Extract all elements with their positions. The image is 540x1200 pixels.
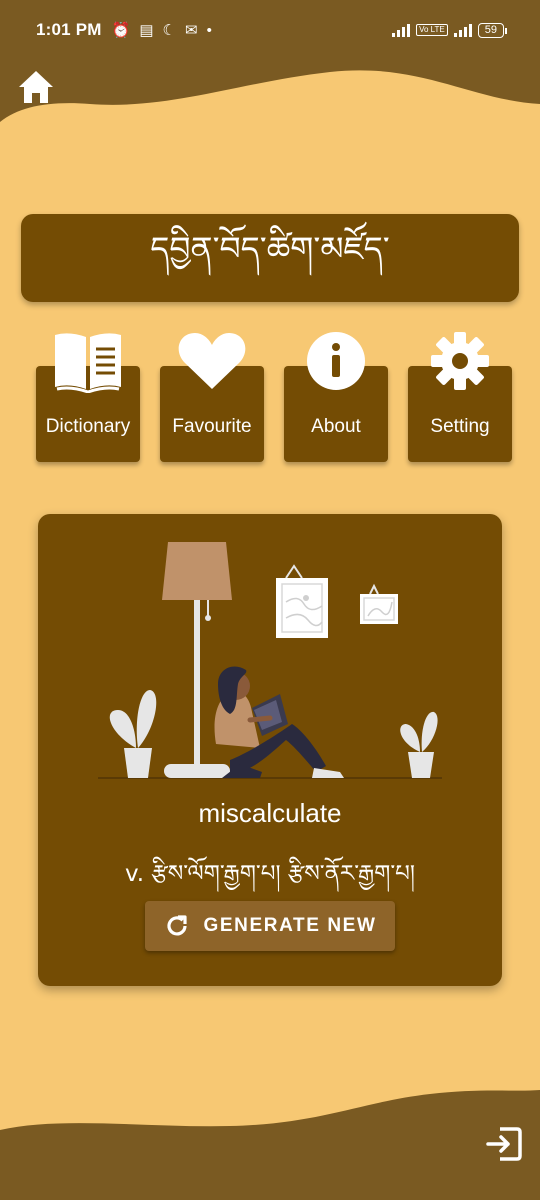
battery-indicator: 59 (477, 22, 508, 38)
refresh-icon (166, 915, 187, 936)
menu-label: Favourite (172, 416, 252, 437)
word-text: miscalculate (198, 798, 342, 828)
home-icon[interactable] (16, 68, 56, 106)
status-time: 1:01 PM (36, 20, 102, 39)
exit-icon[interactable] (484, 1124, 524, 1164)
menu-label: Setting (430, 416, 490, 437)
bottom-wave (0, 1090, 540, 1200)
signal-icon-2 (453, 23, 472, 37)
dot-icon: • (206, 21, 212, 39)
menu-label: Dictionary (45, 416, 131, 437)
status-bar: 1:01 PM ⏰ ▤ ☾ ✉ • Vo LTE 59 (0, 0, 540, 60)
moon-icon: ☾ (162, 22, 176, 39)
menu-about[interactable]: About (284, 332, 388, 462)
menu-setting[interactable]: Setting (408, 332, 512, 462)
app-title-box: དབྱིན་བོད་ཚིག་མཛོད་ (21, 214, 519, 302)
app-title: དབྱིན་བོད་ཚིག་མཛོད་ (150, 228, 390, 268)
gmail-icon: ✉ (184, 22, 198, 39)
volte-badge: Vo LTE (416, 24, 448, 36)
heart-icon (178, 333, 246, 389)
generate-new-label: GENERATE NEW (203, 915, 377, 936)
reading-illustration (98, 542, 442, 779)
gear-icon (431, 332, 489, 390)
info-icon (307, 332, 365, 390)
menu-favourite[interactable]: Favourite (160, 333, 264, 462)
status-right: Vo LTE 59 (392, 22, 508, 38)
menu-label: About (311, 416, 361, 437)
alarm-icon: ⏰ (111, 22, 131, 39)
generate-new-button[interactable]: GENERATE NEW (145, 901, 395, 951)
notification-icons: ⏰ ▤ ☾ ✉ • (111, 21, 212, 40)
news-icon: ▤ (139, 22, 154, 39)
book-icon (55, 333, 121, 393)
menu-dictionary[interactable]: Dictionary (36, 333, 140, 462)
word-of-day-card: miscalculate v. རྩིས་ལོག་རྒྱག་པ། རྩིས་ནོ… (38, 514, 502, 986)
signal-icon (392, 23, 411, 37)
